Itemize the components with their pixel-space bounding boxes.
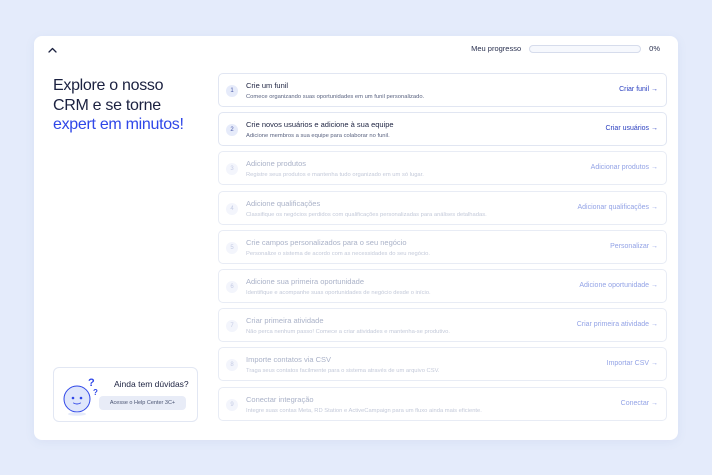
step-number: 6 — [226, 280, 238, 293]
step-description: Adicione membros a sua equipe para colab… — [246, 133, 390, 140]
step-description: Identifique e acompanhe suas oportunidad… — [246, 289, 431, 296]
step-number: 9 — [226, 398, 238, 411]
step-action-link[interactable]: Criar funil → — [619, 86, 658, 93]
step-title: Crie um funil — [246, 81, 289, 90]
step-number: 5 — [226, 241, 238, 254]
steps-list: 1 Crie um funil Comece organizando suas op… — [218, 73, 667, 426]
chevron-up-icon[interactable] — [45, 43, 59, 57]
progress-section: Meu progresso 0% — [471, 44, 660, 53]
step-description: Comece organizando suas oportunidades em… — [246, 94, 425, 100]
step-item: 6 Adicione sua primeira oportunidade Ident… — [218, 268, 667, 303]
step-action-link[interactable]: Criar usuários → — [605, 125, 658, 132]
step-item: 8 Importe contatos via CSV Traga seus cont… — [218, 347, 667, 382]
step-action-link[interactable]: Conectar → — [621, 400, 658, 407]
step-item: 5 Crie campos personalizados para o seu n… — [218, 229, 667, 264]
step-number: 7 — [226, 320, 238, 333]
step-number: 2 — [226, 124, 238, 137]
step-number: 3 — [226, 163, 238, 176]
step-title: Criar primeira atividade — [246, 316, 324, 326]
step-action-link[interactable]: Adicione oportunidade → — [579, 282, 658, 289]
step-number: 8 — [226, 359, 238, 372]
progress-label: Meu progresso — [471, 44, 522, 53]
step-item: 4 Adicione qualificações Classifique os ne… — [218, 190, 667, 225]
step-title: Crie campos personalizados para o seu ne… — [246, 237, 407, 247]
step-description: Classifique os negócios perdidos com qua… — [246, 211, 487, 218]
step-item: 3 Adicione produtos Registre seus produtos… — [218, 151, 667, 186]
headline-line-2: CRM e se torne — [53, 96, 161, 114]
step-title: Crie novos usuários e adicione à sua equ… — [246, 120, 394, 130]
step-description: Personalize o sistema de acordo com as n… — [246, 250, 430, 257]
step-description: Não perca nenhum passo! Comece a criar a… — [246, 329, 450, 336]
step-number: 4 — [226, 202, 238, 215]
onboarding-card: Meu progresso 0% Explore o nosso CRM e s… — [34, 36, 678, 440]
step-title: Adicione qualificações — [246, 198, 321, 208]
step-title: Conectar integração — [246, 394, 314, 404]
step-item: 2 Crie novos usuários e adicione à sua eq… — [218, 112, 667, 147]
step-number: 1 — [226, 85, 238, 97]
help-title: Ainda tem dúvidas? — [114, 379, 189, 389]
step-action-link[interactable]: Personalizar → — [610, 243, 658, 250]
progress-bar — [529, 44, 642, 53]
step-action-link[interactable]: Adicionar produtos → — [591, 164, 658, 171]
headline-line-1: Explore o nosso — [53, 77, 164, 94]
help-center-button[interactable]: Acesse o Help Center 3C+ — [99, 396, 186, 410]
step-item: 7 Criar primeira atividade Não perca nenhu… — [218, 308, 667, 343]
step-action-link[interactable]: Importar CSV → — [607, 360, 658, 367]
step-title: Adicione sua primeira oportunidade — [246, 276, 364, 286]
svg-text:?: ? — [93, 388, 98, 397]
step-description: Registre seus produtos e mantenha tudo o… — [246, 172, 424, 179]
step-title: Importe contatos via CSV — [246, 355, 332, 365]
step-action-link[interactable]: Criar primeira atividade → — [577, 321, 658, 328]
progress-percent: 0% — [649, 44, 660, 53]
step-title: Adicione produtos — [246, 159, 307, 169]
step-description: Integre suas contas Meta, RD Station e A… — [246, 407, 482, 414]
step-item: 9 Conectar integração Integre suas contas … — [218, 386, 667, 421]
step-action-link[interactable]: Adicionar qualificações → — [577, 204, 658, 211]
page-title: Explore o nosso CRM e se torne expert em… — [53, 76, 213, 135]
question-mascot-icon: ? ? — [63, 377, 98, 416]
headline-accent: expert em minutos! — [53, 116, 184, 133]
step-description: Traga seus contatos facilmente para o si… — [246, 368, 440, 375]
step-item: 1 Crie um funil Comece organizando suas op… — [218, 73, 667, 107]
help-box: ? ? Ainda tem dúvidas? Acesse o Help Cen… — [53, 367, 198, 422]
